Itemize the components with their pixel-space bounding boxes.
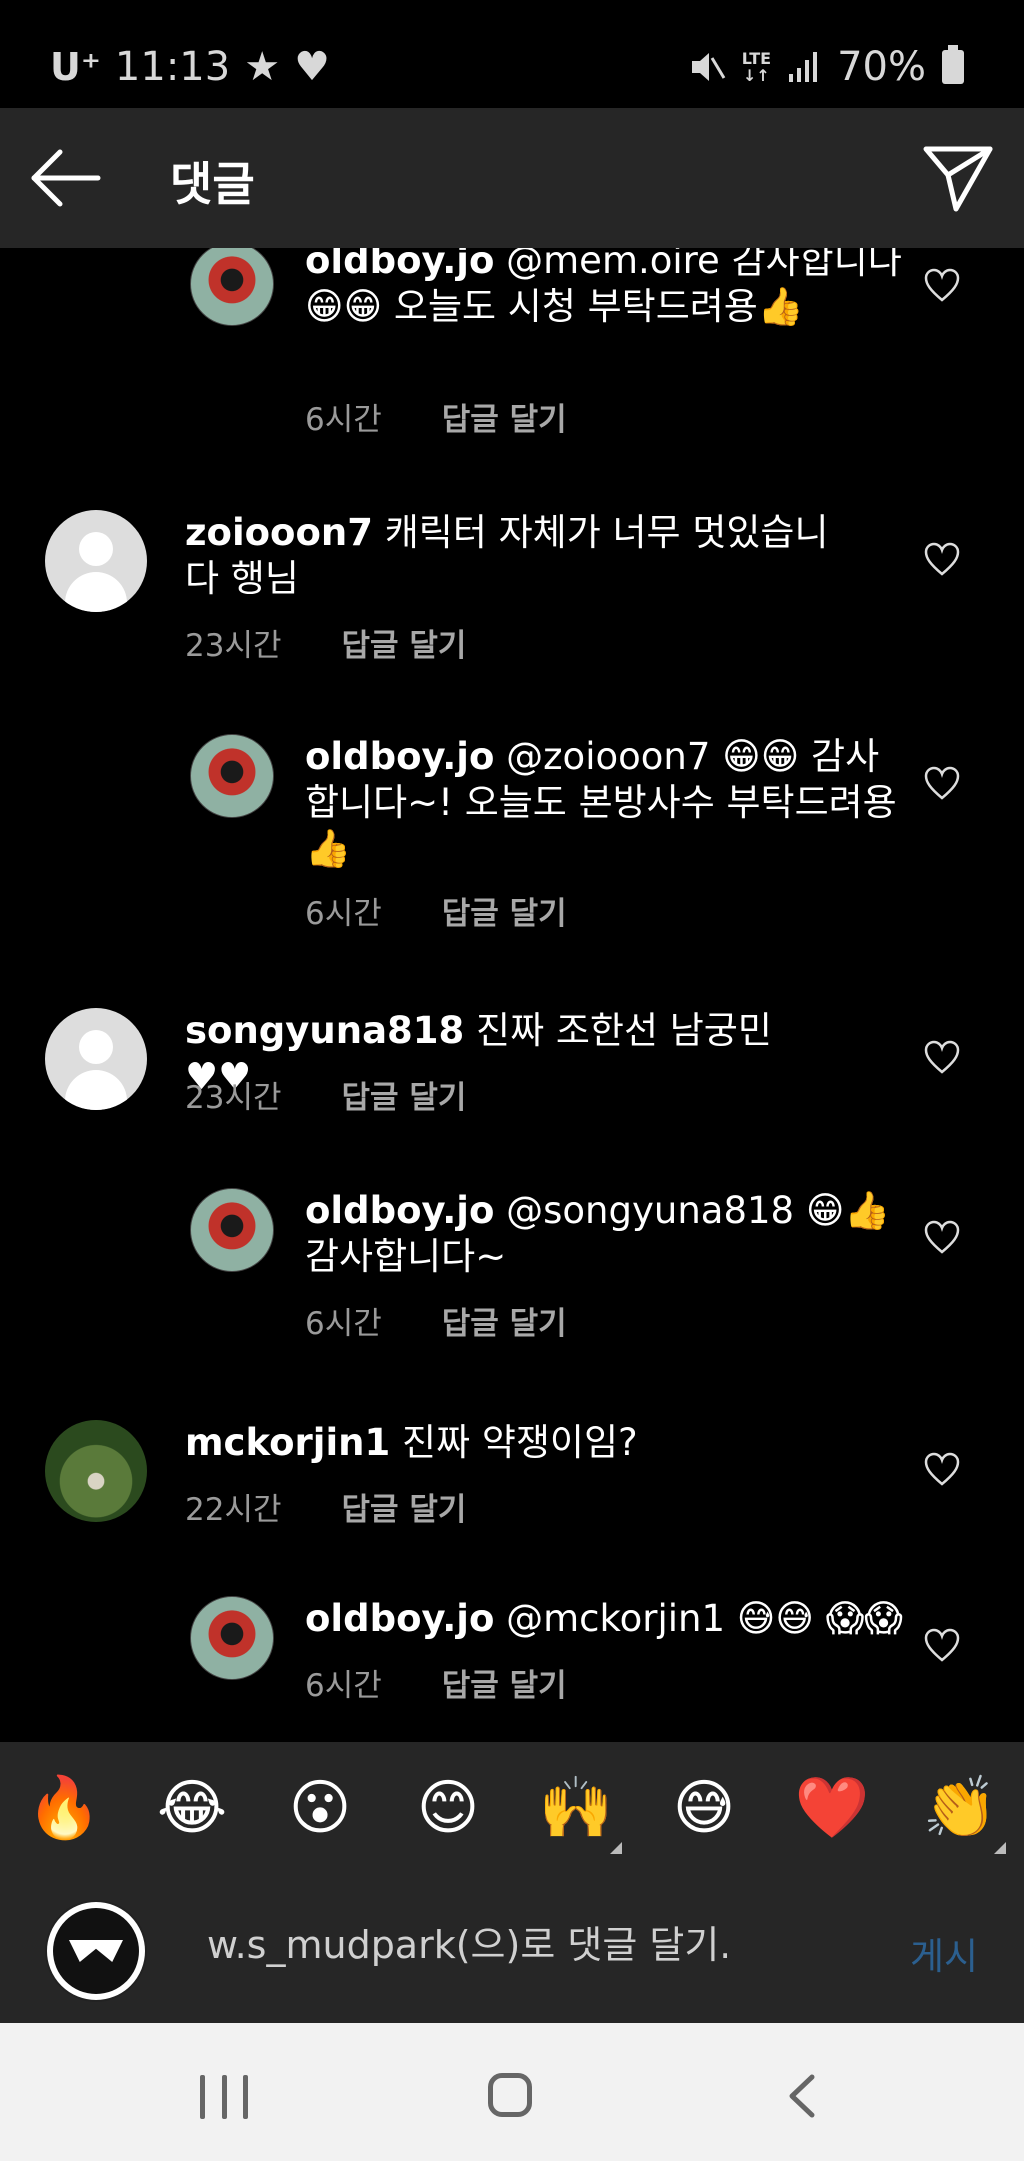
page-title: 댓글	[170, 157, 255, 211]
comment-time: 22시간	[185, 1492, 282, 1528]
heart-icon: ♥	[294, 44, 330, 90]
comment-meta: 6시간 답글 달기	[305, 888, 567, 933]
avatar[interactable]	[45, 510, 147, 612]
avatar[interactable]	[45, 1420, 147, 1522]
comment-meta: 6시간 답글 달기	[305, 394, 567, 439]
battery-percent: 70%	[837, 44, 926, 90]
status-right: LTE ↓↑ 70%	[688, 42, 964, 92]
my-avatar[interactable]	[45, 1900, 147, 2002]
sweat-smile-emoji-button[interactable]: 😅	[664, 1772, 744, 1844]
top-app-bar: 댓글	[0, 108, 1024, 248]
comment-meta: 22시간 답글 달기	[185, 1484, 466, 1529]
comment-text: oldboy.jo @mem.oire 감사합니다😁😁 오늘도 시청 부탁드려용…	[305, 248, 905, 330]
comment-time: 6시간	[305, 402, 382, 438]
reply-button[interactable]: 답글 달기	[342, 1484, 467, 1529]
comment-meta: 6시간 답글 달기	[305, 1660, 567, 1705]
variant-indicator-icon	[610, 1842, 622, 1854]
clapping-emoji-button[interactable]: 👏	[920, 1772, 1006, 1854]
comment-composer: 게시	[0, 1878, 1024, 2023]
smiling-emoji-button[interactable]: 😊	[408, 1772, 488, 1844]
comment-text: oldboy.jo @zoiooon7 😁😁 감사합니다~! 오늘도 본방사수 …	[305, 734, 905, 872]
raised-hands-emoji-button[interactable]: 🙌	[536, 1772, 622, 1854]
comment-time: 6시간	[305, 1668, 382, 1704]
avatar[interactable]	[45, 1008, 147, 1110]
home-icon[interactable]	[488, 2073, 532, 2117]
variant-indicator-icon	[994, 1842, 1006, 1854]
comment-time: 23시간	[185, 1080, 282, 1116]
comment-meta: 23시간 답글 달기	[185, 1072, 466, 1117]
comment-username[interactable]: oldboy.jo	[305, 248, 494, 282]
comment-username[interactable]: zoiooon7	[185, 511, 373, 554]
avatar[interactable]	[190, 1596, 274, 1680]
reply-button[interactable]: 답글 달기	[442, 1660, 567, 1705]
reply-button[interactable]: 답글 달기	[442, 394, 567, 439]
comment-list[interactable]: oldboy.jo @mem.oire 감사합니다😁😁 오늘도 시청 부탁드려용…	[0, 248, 1024, 1742]
comment-text: zoiooon7 캐릭터 자체가 너무 멋있습니다 행님	[185, 510, 835, 602]
comment-meta: 23시간 답글 달기	[185, 620, 466, 665]
like-heart-icon[interactable]	[924, 1452, 960, 1488]
like-heart-icon[interactable]	[924, 268, 960, 304]
post-button[interactable]: 게시	[910, 1926, 978, 1980]
emoji-quick-bar: 🔥 😂 😮 😊 🙌 😅 ❤️ 👏	[0, 1742, 1024, 1878]
comment-input[interactable]	[205, 1922, 729, 1968]
like-heart-icon[interactable]	[924, 766, 960, 802]
reply-button[interactable]: 답글 달기	[442, 1298, 567, 1343]
comment-username[interactable]: oldboy.jo	[305, 1189, 494, 1232]
comment-body: @mckorjin1 😅😅 😱😱	[494, 1597, 903, 1640]
like-heart-icon[interactable]	[924, 1628, 960, 1664]
status-bar: U⁺ 11:13 ★ ♥ LTE ↓↑ 70%	[0, 0, 1024, 108]
comment-time: 6시간	[305, 896, 382, 932]
mute-icon	[691, 53, 725, 81]
signal-icon	[789, 52, 818, 82]
comment-text: oldboy.jo @songyuna818 😁👍 감사합니다~	[305, 1188, 905, 1280]
avatar[interactable]	[190, 1188, 274, 1272]
comment-time: 6시간	[305, 1306, 382, 1342]
comment-text: oldboy.jo @mckorjin1 😅😅 😱😱	[305, 1596, 905, 1642]
comment-username[interactable]: songyuna818	[185, 1009, 464, 1052]
red-heart-emoji-button[interactable]: ❤️	[792, 1772, 872, 1844]
reply-button[interactable]: 답글 달기	[442, 888, 567, 933]
send-icon[interactable]	[922, 141, 994, 213]
clock: 11:13	[114, 44, 231, 90]
like-heart-icon[interactable]	[924, 542, 960, 578]
system-nav-bar	[0, 2023, 1024, 2161]
avatar[interactable]	[190, 734, 274, 818]
comment-username[interactable]: mckorjin1	[185, 1421, 390, 1464]
battery-icon	[942, 45, 964, 84]
status-left: U⁺ 11:13 ★ ♥	[50, 42, 330, 92]
like-heart-icon[interactable]	[924, 1040, 960, 1076]
fire-emoji-button[interactable]: 🔥	[24, 1772, 104, 1844]
recents-icon[interactable]	[200, 2075, 248, 2119]
avatar[interactable]	[190, 248, 274, 326]
tears-of-joy-emoji-button[interactable]: 😂	[152, 1772, 232, 1844]
reply-button[interactable]: 답글 달기	[342, 620, 467, 665]
comment-meta: 6시간 답글 달기	[305, 1298, 567, 1343]
comment-body: 진짜 약쟁이임?	[390, 1421, 638, 1464]
like-heart-icon[interactable]	[924, 1220, 960, 1256]
reply-button[interactable]: 답글 달기	[342, 1072, 467, 1117]
carrier-label: U⁺	[50, 45, 101, 89]
comment-text: mckorjin1 진짜 약쟁이임?	[185, 1420, 835, 1466]
comment-username[interactable]: oldboy.jo	[305, 1597, 494, 1640]
nav-back-icon[interactable]	[782, 2073, 822, 2119]
lte-indicator: LTE ↓↑	[741, 49, 772, 85]
comment-username[interactable]: oldboy.jo	[305, 735, 494, 778]
comment-time: 23시간	[185, 628, 282, 664]
surprised-emoji-button[interactable]: 😮	[280, 1772, 360, 1844]
back-arrow-icon[interactable]	[30, 143, 102, 213]
star-icon: ★	[244, 44, 281, 90]
